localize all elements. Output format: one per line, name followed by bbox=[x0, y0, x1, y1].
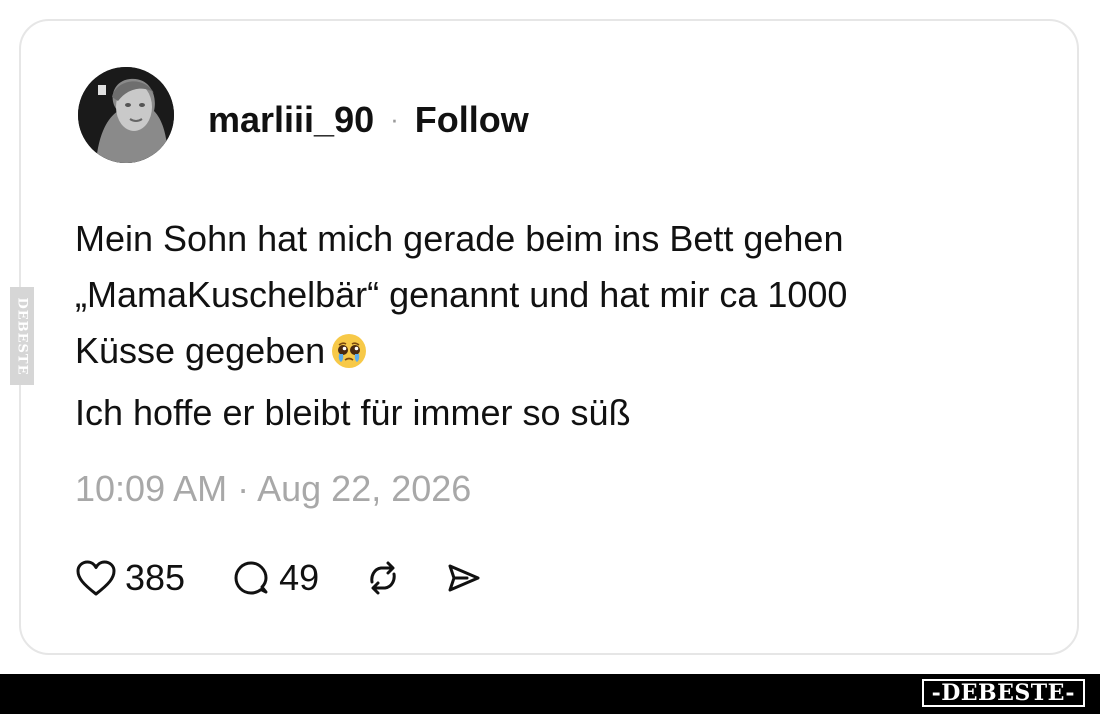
heart-icon bbox=[75, 559, 117, 597]
post-header: marliii_90 · Follow bbox=[208, 99, 529, 141]
post-text-line: Mein Sohn hat mich gerade beim ins Bett … bbox=[75, 218, 844, 259]
post-text-line: Ich hoffe er bleibt für immer so süß bbox=[75, 392, 631, 433]
like-button[interactable]: 385 bbox=[75, 557, 185, 599]
avatar-photo bbox=[78, 67, 174, 163]
repost-icon bbox=[363, 558, 403, 598]
comment-button[interactable]: 49 bbox=[231, 557, 319, 599]
post-timestamp[interactable]: 10:09 AM · Aug 22, 2026 bbox=[75, 468, 471, 510]
comment-icon bbox=[231, 558, 271, 598]
post-text-line: „MamaKuschelbär“ genannt und hat mir ca … bbox=[75, 274, 848, 315]
side-watermark-text: DEBESTE bbox=[14, 296, 30, 376]
avatar[interactable] bbox=[78, 67, 174, 163]
post-text-line: Küsse gegeben bbox=[75, 323, 1015, 385]
header-separator: · bbox=[390, 104, 399, 134]
post-card: marliii_90 · Follow Mein Sohn hat mich g… bbox=[19, 19, 1079, 655]
pleading-face-emoji-icon bbox=[331, 329, 367, 385]
footer-logo: -DEBESTE- bbox=[921, 679, 1085, 707]
share-icon bbox=[443, 558, 483, 598]
username-link[interactable]: marliii_90 bbox=[208, 99, 374, 141]
post-text: Mein Sohn hat mich gerade beim ins Bett … bbox=[75, 211, 1015, 441]
comment-count: 49 bbox=[279, 557, 320, 598]
post-text-line-content: Küsse gegeben bbox=[75, 330, 326, 371]
share-button[interactable] bbox=[443, 558, 483, 598]
repost-button[interactable] bbox=[363, 558, 403, 598]
follow-button[interactable]: Follow bbox=[415, 99, 529, 141]
action-bar: 385 49 bbox=[75, 557, 483, 599]
side-watermark: DEBESTE bbox=[10, 287, 34, 385]
like-count: 385 bbox=[125, 557, 186, 598]
footer-bar: -DEBESTE- bbox=[0, 674, 1100, 714]
